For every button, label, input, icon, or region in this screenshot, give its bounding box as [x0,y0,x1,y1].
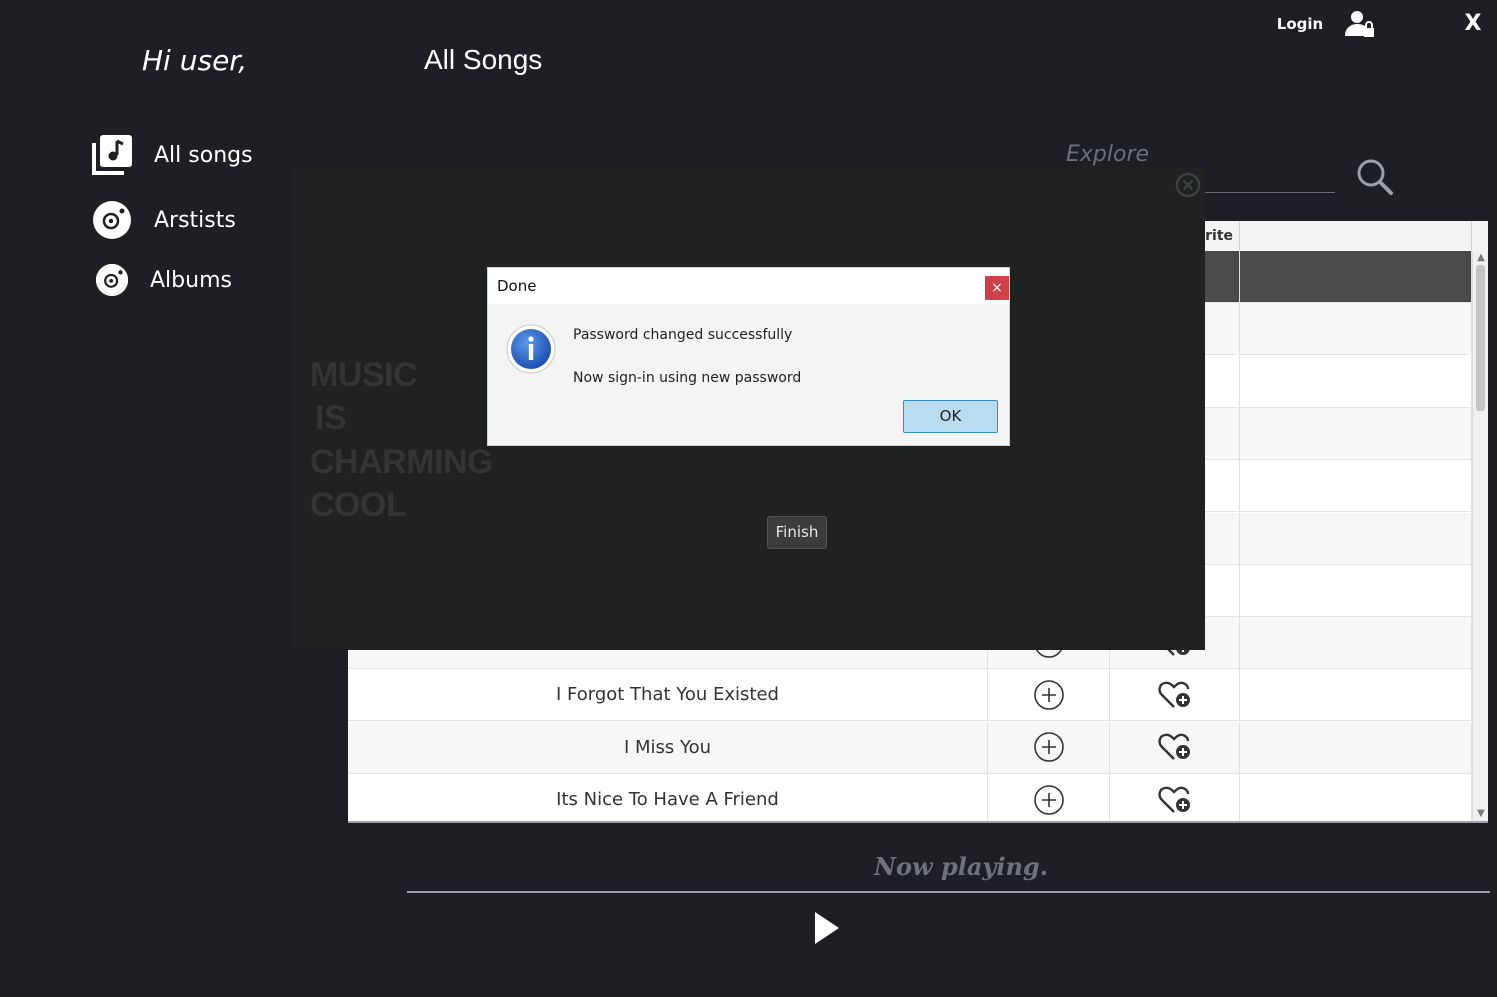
play-icon[interactable] [805,908,845,948]
greeting-text: Hi user, [142,44,248,77]
extra-cell [1240,512,1472,564]
dialog-close-button[interactable]: × [985,276,1009,300]
sidebar-item-artists[interactable]: Arstists [90,195,236,245]
sidebar-item-label: Albums [150,267,232,293]
info-dialog: Done × Password changed successfully Now… [487,267,1010,446]
search-input[interactable]: Explore [1066,142,1216,170]
add-to-playlist-icon[interactable] [988,774,1110,821]
scroll-down-icon[interactable]: ▼ [1473,807,1488,821]
music-library-icon [90,133,134,177]
add-favorite-icon[interactable] [1110,774,1240,821]
close-button[interactable]: X [1458,9,1488,39]
user-lock-icon[interactable] [1344,9,1376,39]
table-row[interactable]: Its Nice To Have A Friend [348,774,1472,821]
song-title: I Forgot That You Existed [348,669,988,721]
dialog-title: Done [497,277,537,295]
slogan-line: MUSIC [310,356,418,394]
add-favorite-icon[interactable] [1110,669,1240,721]
song-title: I Miss You [348,721,988,773]
vertical-scrollbar[interactable]: ▲ ▼ [1472,251,1488,821]
clear-search-icon[interactable] [1175,172,1201,198]
slogan-line: CHARMING [310,443,493,481]
progress-bar[interactable] [407,891,1490,893]
dialog-message: Password changed successfully [573,327,793,343]
add-favorite-icon[interactable] [1110,721,1240,773]
sidebar-item-label: All songs [154,142,253,168]
add-to-playlist-icon[interactable] [988,669,1110,721]
sidebar-item-albums[interactable]: Albums [90,255,232,305]
table-row[interactable]: I Miss You [348,721,1472,774]
extra-cell [1240,774,1472,821]
slogan-line: IS [315,399,347,437]
finish-button[interactable]: Finish [767,516,827,549]
extra-cell [1240,303,1472,355]
extra-cell [1240,721,1472,773]
scroll-thumb[interactable] [1476,265,1485,411]
extra-cell [1240,355,1472,407]
search-icon[interactable] [1356,158,1394,196]
disc-icon [90,258,134,302]
song-title: Its Nice To Have A Friend [348,774,988,821]
ok-button[interactable]: OK [903,400,998,433]
extra-cell [1240,617,1472,669]
table-row[interactable]: I Forgot That You Existed [348,669,1472,722]
info-icon [505,323,557,375]
disc-icon [90,198,134,242]
extra-cell [1240,564,1472,616]
add-to-playlist-icon[interactable] [988,721,1110,773]
page-title: All Songs [424,44,543,75]
search-underline [1205,192,1335,193]
column-header-extra[interactable] [1240,221,1472,251]
login-button[interactable]: Login [1270,12,1330,36]
dialog-message: Now sign-in using new password [573,370,802,386]
extra-cell [1240,669,1472,721]
extra-cell [1240,251,1472,302]
extra-cell [1240,407,1472,459]
slogan-line: COOL [310,486,407,524]
sidebar-item-all-songs[interactable]: All songs [90,130,253,180]
dialog-titlebar[interactable]: Done × [488,268,1009,304]
now-playing-label: Now playing. [874,852,1049,881]
extra-cell [1240,460,1472,512]
sidebar-item-label: Arstists [154,207,236,233]
scroll-up-icon[interactable]: ▲ [1473,251,1488,265]
